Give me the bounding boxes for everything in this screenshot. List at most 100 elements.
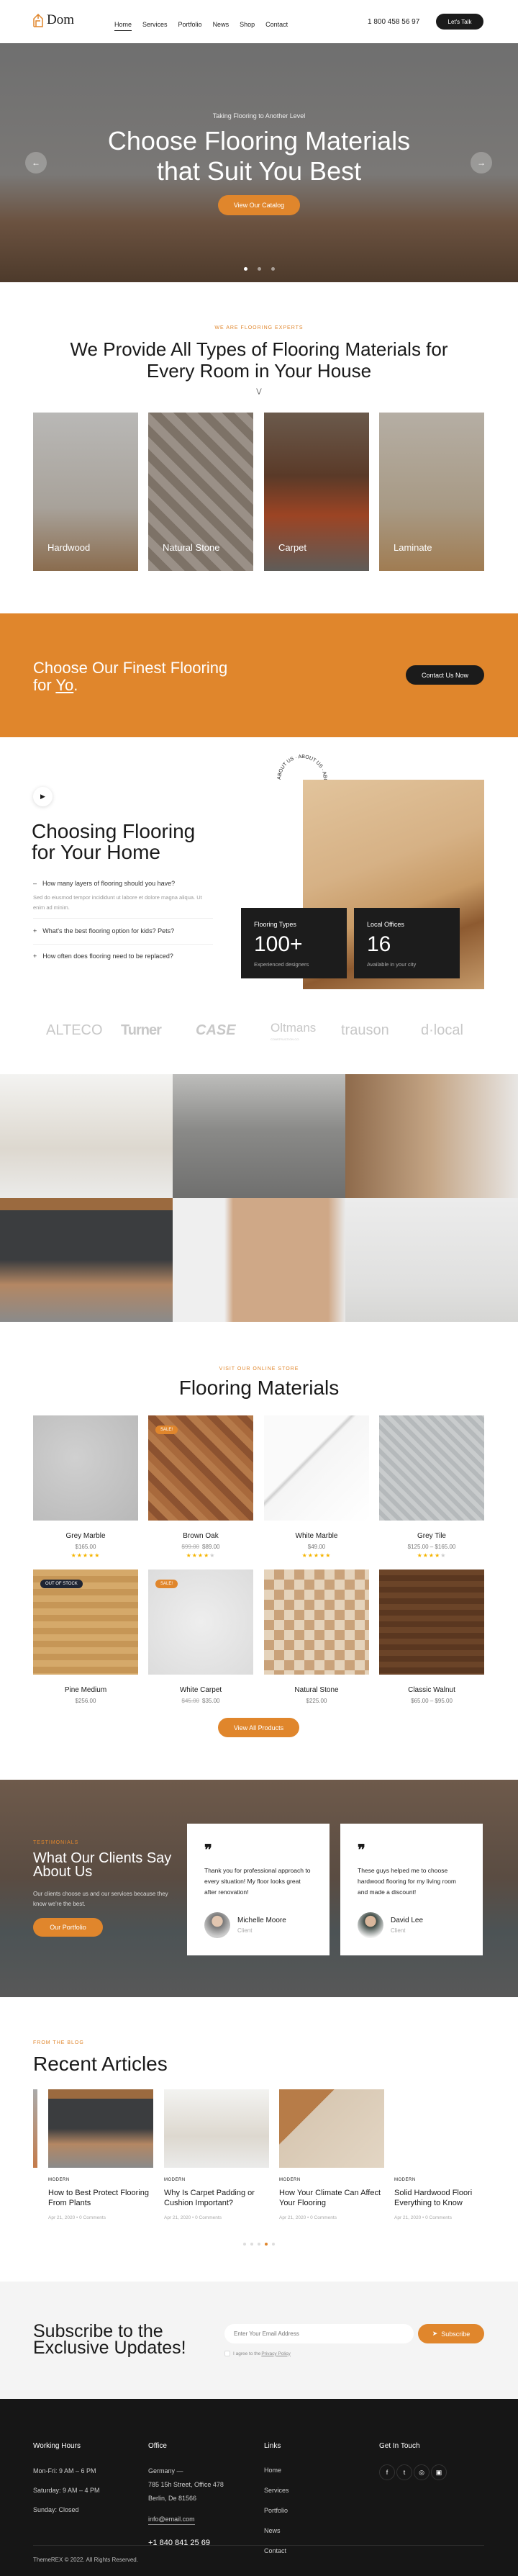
blog-card[interactable]: MODERN Solid Hardwood Floori Everything t… [394, 2089, 484, 2220]
product-name[interactable]: Natural Stone [264, 1686, 369, 1694]
nav-news[interactable]: News [213, 21, 230, 28]
email-input[interactable] [224, 2324, 414, 2343]
product-card[interactable]: OUT OF STOCK Pine Medium $256.00 [33, 1570, 138, 1704]
agree-checkbox[interactable] [224, 2351, 230, 2356]
product-name[interactable]: Classic Walnut [379, 1686, 484, 1694]
stat-flooring-types: Flooring Types 100+ Experienced designers [241, 908, 347, 978]
nav-portfolio[interactable]: Portfolio [178, 21, 202, 28]
footer-link-news[interactable]: News [264, 2521, 289, 2541]
blog-image[interactable] [279, 2089, 384, 2168]
faq-item-open[interactable]: – How many layers of flooring should you … [33, 880, 213, 887]
rating-stars: ★★★★★ [186, 1552, 216, 1559]
product-card[interactable]: SALE! Brown Oak $99.00 $89.00 ★★★★★ [148, 1415, 253, 1559]
product-card[interactable]: Grey Marble $165.00 ★★★★★ [33, 1415, 138, 1559]
lets-talk-button[interactable]: Let's Talk [436, 14, 483, 30]
view-all-products-button[interactable]: View All Products [218, 1718, 299, 1737]
nav-services[interactable]: Services [142, 21, 168, 28]
faq-item[interactable]: + How often does flooring need to be repl… [33, 953, 213, 960]
product-name[interactable]: Grey Tile [379, 1532, 484, 1540]
next-slide-arrow-icon[interactable]: → [471, 152, 492, 174]
nav-contact[interactable]: Contact [265, 21, 288, 28]
slide-dot[interactable] [243, 267, 247, 271]
dribbble-icon[interactable]: ◎ [414, 2464, 430, 2480]
blog-tag[interactable]: MODERN [279, 2178, 384, 2182]
product-image[interactable]: SALE! [148, 1570, 253, 1675]
gallery-image[interactable] [173, 1198, 345, 1322]
category-card-hardwood[interactable]: Hardwood [33, 413, 138, 571]
blog-image[interactable] [394, 2089, 484, 2168]
category-card-laminate[interactable]: Laminate [379, 413, 484, 571]
blog-image[interactable] [164, 2089, 269, 2168]
faq-item[interactable]: + What's the best flooring option for kid… [33, 927, 213, 935]
footer-link-contact[interactable]: Contact [264, 2541, 289, 2561]
faq-answer: Sed do eiusmod tempor incididunt ut labo… [33, 894, 202, 911]
gallery-image[interactable] [345, 1074, 518, 1198]
contact-us-button[interactable]: Contact Us Now [406, 665, 484, 685]
product-image[interactable] [264, 1570, 369, 1675]
subscribe-button[interactable]: ➤ Subscribe [418, 2324, 484, 2343]
prev-slide-arrow-icon[interactable]: ← [25, 152, 47, 174]
footer-email-link[interactable]: info@email.com [148, 2514, 195, 2525]
privacy-policy-link[interactable]: Privacy Policy [261, 2351, 290, 2356]
product-image[interactable]: OUT OF STOCK [33, 1570, 138, 1675]
product-price: $165.00 [75, 1544, 96, 1550]
product-image[interactable] [33, 1415, 138, 1521]
product-image[interactable] [379, 1415, 484, 1521]
nav-shop[interactable]: Shop [240, 21, 255, 28]
our-portfolio-button[interactable]: Our Portfolio [33, 1918, 103, 1937]
product-name[interactable]: Pine Medium [33, 1686, 138, 1694]
facebook-icon[interactable]: f [379, 2464, 395, 2480]
blog-card[interactable]: MODERN Why Is Carpet Padding or Cushion I… [164, 2089, 269, 2220]
phone-number[interactable]: 1 800 458 56 97 [368, 18, 419, 26]
play-video-icon[interactable]: ▶ [33, 787, 53, 806]
footer-phone[interactable]: +1 840 841 25 69 [148, 2536, 224, 2550]
pagination-dot[interactable] [272, 2243, 275, 2246]
slide-dot[interactable] [257, 267, 261, 271]
product-name[interactable]: Brown Oak [148, 1532, 253, 1540]
slide-dot[interactable] [271, 267, 275, 271]
copyright: ThemeREX © 2022. All Rights Reserved. [33, 2557, 138, 2563]
product-name[interactable]: Grey Marble [33, 1532, 138, 1540]
gallery-image[interactable] [173, 1074, 345, 1198]
footer-link-portfolio[interactable]: Portfolio [264, 2500, 289, 2521]
blog-title[interactable]: How to Best Protect Flooring From Plants [48, 2188, 153, 2208]
gallery-image[interactable] [0, 1074, 173, 1198]
product-card[interactable]: Classic Walnut $65.00 – $95.00 [379, 1570, 484, 1704]
logo[interactable]: Dom [33, 12, 74, 28]
gallery-image[interactable] [0, 1198, 173, 1322]
instagram-icon[interactable]: ▣ [431, 2464, 447, 2480]
pagination-dot[interactable] [265, 2243, 268, 2246]
send-icon: ➤ [432, 2330, 438, 2337]
blog-title[interactable]: How Your Climate Can Affect Your Floorin… [279, 2188, 384, 2208]
blog-card[interactable]: MODERN How Your Climate Can Affect Your F… [279, 2089, 384, 2220]
product-image[interactable]: SALE! [148, 1415, 253, 1521]
pagination-dot[interactable] [258, 2243, 260, 2246]
footer-link-services[interactable]: Services [264, 2480, 289, 2500]
blog-tag[interactable]: MODERN [394, 2178, 484, 2182]
category-card-carpet[interactable]: Carpet [264, 413, 369, 571]
gallery-image[interactable] [345, 1198, 518, 1322]
view-catalog-button[interactable]: View Our Catalog [218, 195, 300, 215]
product-card[interactable]: Grey Tile $125.00 – $165.00 ★★★★★ [379, 1415, 484, 1559]
product-card[interactable]: White Marble $49.00 ★★★★★ [264, 1415, 369, 1559]
product-image[interactable] [379, 1570, 484, 1675]
blog-tag[interactable]: MODERN [48, 2178, 153, 2182]
pagination-dot[interactable] [243, 2243, 246, 2246]
hero-title: Choose Flooring Materials that Suit You B… [107, 126, 411, 186]
category-card-natural-stone[interactable]: Natural Stone [148, 413, 253, 571]
blog-title[interactable]: Why Is Carpet Padding or Cushion Importa… [164, 2188, 269, 2208]
blog-title[interactable]: Solid Hardwood Floori Everything to Know [394, 2188, 484, 2208]
twitter-icon[interactable]: t [396, 2464, 412, 2480]
blog-tag[interactable]: MODERN [164, 2178, 269, 2182]
pagination-dot[interactable] [250, 2243, 253, 2246]
product-image[interactable] [264, 1415, 369, 1521]
blog-image[interactable] [48, 2089, 153, 2168]
product-name[interactable]: White Carpet [148, 1686, 253, 1694]
footer-link-home[interactable]: Home [264, 2460, 289, 2480]
product-name[interactable]: White Marble [264, 1532, 369, 1540]
subscribe-section: Subscribe to theExclusive Updates! ➤Subs… [0, 2282, 518, 2399]
product-card[interactable]: Natural Stone $225.00 [264, 1570, 369, 1704]
blog-card[interactable]: MODERN How to Best Protect Flooring From … [48, 2089, 153, 2220]
nav-home[interactable]: Home [114, 21, 132, 31]
product-card[interactable]: SALE! White Carpet $45.00 $35.00 [148, 1570, 253, 1704]
